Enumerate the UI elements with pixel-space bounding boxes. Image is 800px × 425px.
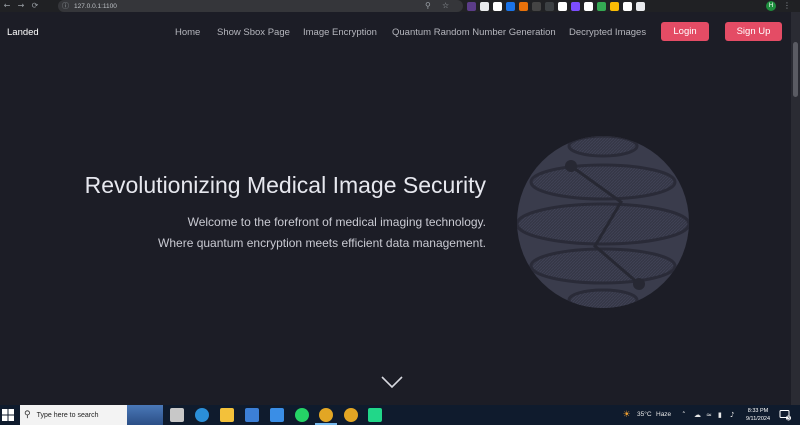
clock-date: 9/11/2024 — [745, 416, 771, 422]
task-view-icon[interactable] — [170, 408, 184, 422]
scroll-down-chevron-icon[interactable] — [380, 374, 404, 390]
nav-home[interactable]: Home — [175, 27, 200, 38]
windows-start-icon[interactable] — [2, 409, 14, 421]
search-highlight-image — [127, 405, 163, 425]
signup-button[interactable]: Sign Up — [725, 22, 782, 41]
weather-temp[interactable]: 35°C — [637, 405, 652, 425]
show-hidden-icons-icon[interactable]: ˄ — [682, 405, 686, 425]
browser-extension-icon[interactable] — [532, 1, 541, 11]
chrome-icon[interactable] — [319, 408, 333, 422]
scrollbar-thumb[interactable] — [793, 42, 798, 97]
browser-extension-icon[interactable] — [571, 1, 580, 11]
whatsapp-icon[interactable] — [295, 408, 309, 422]
browser-extension-icon[interactable] — [597, 1, 606, 11]
login-button[interactable]: Login — [661, 22, 709, 41]
system-clock[interactable]: 8:33 PM 9/11/2024 — [741, 407, 775, 423]
notification-count-badge: 3 — [787, 416, 790, 422]
network-icon[interactable]: ≈ — [706, 405, 712, 425]
browser-extension-icon[interactable] — [558, 1, 567, 11]
taskbar: ⚲ Type here to search ☀ 35°C Haze ˄ ☁ ≈ … — [0, 405, 800, 425]
site-info-icon[interactable]: ⓘ — [62, 1, 69, 11]
onedrive-icon[interactable]: ☁ — [694, 405, 701, 425]
browser-extension-icon[interactable] — [506, 1, 515, 11]
browser-toolbar: ← → ⟳ ⓘ 127.0.0.1:1100 ⚲ ☆ H ⋮ — [0, 0, 800, 12]
forward-icon[interactable]: → — [14, 0, 28, 12]
battery-icon[interactable]: ▮ — [718, 405, 722, 425]
browser-extension-icon[interactable] — [610, 1, 619, 11]
address-url: 127.0.0.1:1100 — [74, 2, 117, 10]
zoom-icon[interactable]: ⚲ — [425, 0, 431, 12]
nav-image-encryption[interactable]: Image Encryption — [303, 27, 377, 38]
taskbar-search-placeholder: Type here to search — [36, 411, 99, 419]
browser-extension-icon[interactable] — [623, 1, 632, 11]
page: Landed Home Show Sbox Page Image Encrypt… — [0, 12, 791, 405]
weather-icon[interactable]: ☀ — [620, 405, 633, 425]
page-scrollbar[interactable] — [791, 12, 800, 405]
edge-icon[interactable] — [195, 408, 209, 422]
back-icon[interactable]: ← — [0, 0, 14, 12]
extensions-area — [467, 0, 645, 12]
search-icon: ⚲ — [24, 410, 31, 420]
nav-show-sbox-page[interactable]: Show Sbox Page — [217, 27, 290, 38]
reload-icon[interactable]: ⟳ — [28, 0, 42, 12]
browser-extension-icon[interactable] — [584, 1, 593, 11]
browser-extension-icon[interactable] — [519, 1, 528, 11]
hero-subtitle-line-2: Where quantum encryption meets efficient… — [158, 236, 486, 250]
nav-decrypted-images[interactable]: Decrypted Images — [569, 27, 646, 38]
profile-avatar[interactable]: H — [766, 1, 776, 11]
pycharm-icon[interactable] — [368, 408, 382, 422]
file-explorer-icon[interactable] — [220, 408, 234, 422]
nav-quantum-random-number-generation[interactable]: Quantum Random Number Generation — [392, 27, 556, 38]
store-icon[interactable] — [245, 408, 259, 422]
navbar: Landed Home Show Sbox Page Image Encrypt… — [0, 12, 791, 52]
address-bar[interactable]: ⓘ 127.0.0.1:1100 ⚲ ☆ — [58, 0, 463, 12]
browser-extension-icon[interactable] — [480, 1, 489, 11]
weather-desc[interactable]: Haze — [656, 405, 671, 425]
browser-extension-icon[interactable] — [467, 1, 476, 11]
browser-extension-icon[interactable] — [493, 1, 502, 11]
quantum-globe-logo-icon — [517, 136, 689, 308]
bookmark-star-icon[interactable]: ☆ — [442, 0, 449, 12]
browser-extension-icon[interactable] — [636, 1, 645, 11]
browser-menu-icon[interactable]: ⋮ — [783, 0, 791, 12]
brand-logo[interactable]: Landed — [7, 27, 39, 38]
hero-title: Revolutionizing Medical Image Security — [84, 172, 486, 198]
hero-subtitle-line-1: Welcome to the forefront of medical imag… — [187, 215, 486, 229]
browser-extension-icon[interactable] — [545, 1, 554, 11]
taskbar-search-input[interactable]: ⚲ Type here to search — [20, 405, 163, 425]
clock-time: 8:33 PM — [747, 408, 769, 414]
volume-icon[interactable]: ♪ — [730, 405, 734, 425]
mail-icon[interactable] — [270, 408, 284, 422]
chrome-icon[interactable] — [344, 408, 358, 422]
